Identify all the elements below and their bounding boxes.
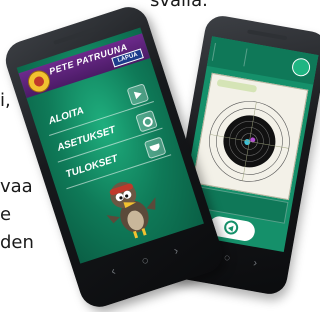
gear-icon: [135, 109, 158, 133]
nav-recent-icon[interactable]: ›: [252, 257, 258, 269]
document-text-line: svalla.: [150, 0, 208, 11]
trophy-icon: [143, 136, 167, 160]
score-cell: [243, 48, 278, 72]
play-icon: [126, 83, 150, 106]
score-cell: [211, 42, 246, 67]
nav-back-icon[interactable]: ‹: [109, 264, 117, 279]
document-text-line: vaa: [0, 176, 33, 197]
target-card: [192, 72, 309, 201]
document-text-line: i,: [0, 90, 11, 111]
document-text-line: e: [0, 204, 12, 225]
start-button-label: ALOITA: [47, 105, 86, 128]
shooting-target-icon: [209, 101, 290, 182]
back-arrow-icon: [223, 219, 240, 236]
nav-home-icon[interactable]: ○: [223, 252, 232, 265]
document-text-line: den: [0, 232, 34, 253]
phone-speaker: [53, 27, 97, 45]
mascot-bird-icon: [106, 182, 156, 239]
nav-recent-icon[interactable]: ›: [172, 243, 180, 258]
nav-home-icon[interactable]: ○: [140, 253, 151, 269]
menu-round-button[interactable]: [290, 56, 312, 78]
phone-speaker: [247, 29, 288, 41]
main-menu-screen: PETE PATRUUNA LAPUA ALOITA ASETUKSET TUL…: [16, 27, 204, 264]
